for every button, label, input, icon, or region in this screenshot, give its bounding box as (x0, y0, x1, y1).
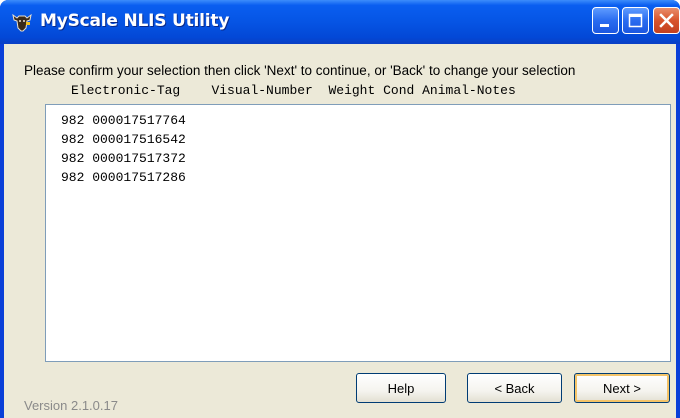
list-item[interactable]: 982 000017517764 (61, 113, 186, 128)
title-bar[interactable]: MyScale NLIS Utility (0, 0, 680, 44)
close-button[interactable] (653, 7, 680, 34)
column-header-animal-notes: Animal-Notes (422, 83, 516, 98)
column-headers: Electronic-Tag Visual-Number Weight Cond… (71, 83, 516, 98)
selection-listbox[interactable]: 982 000017517764 982 000017516542 982 00… (45, 104, 671, 362)
next-button[interactable]: Next > (574, 373, 670, 403)
cattle-head-icon (12, 13, 32, 32)
column-header-weight: Weight (328, 83, 376, 98)
back-button[interactable]: < Back (467, 373, 562, 403)
maximize-button[interactable] (622, 7, 649, 34)
dialog-body: Please confirm your selection then click… (4, 44, 676, 418)
list-item[interactable]: 982 000017516542 (61, 132, 186, 147)
help-button[interactable]: Help (356, 373, 446, 403)
instruction-text: Please confirm your selection then click… (24, 63, 576, 78)
maximize-icon (628, 13, 643, 28)
list-item[interactable]: 982 000017517286 (61, 170, 186, 185)
minimize-icon (600, 24, 609, 27)
column-header-electronic-tag: Electronic-Tag (71, 83, 181, 98)
close-icon (659, 13, 674, 28)
window-title: MyScale NLIS Utility (40, 11, 230, 31)
column-header-visual-number: Visual-Number (211, 83, 313, 98)
list-item[interactable]: 982 000017517372 (61, 151, 186, 166)
version-label: Version 2.1.0.17 (24, 398, 118, 413)
minimize-button[interactable] (592, 7, 619, 34)
app-window: MyScale NLIS Utility Please confirm your… (0, 0, 680, 418)
column-header-cond: Cond (383, 83, 415, 98)
